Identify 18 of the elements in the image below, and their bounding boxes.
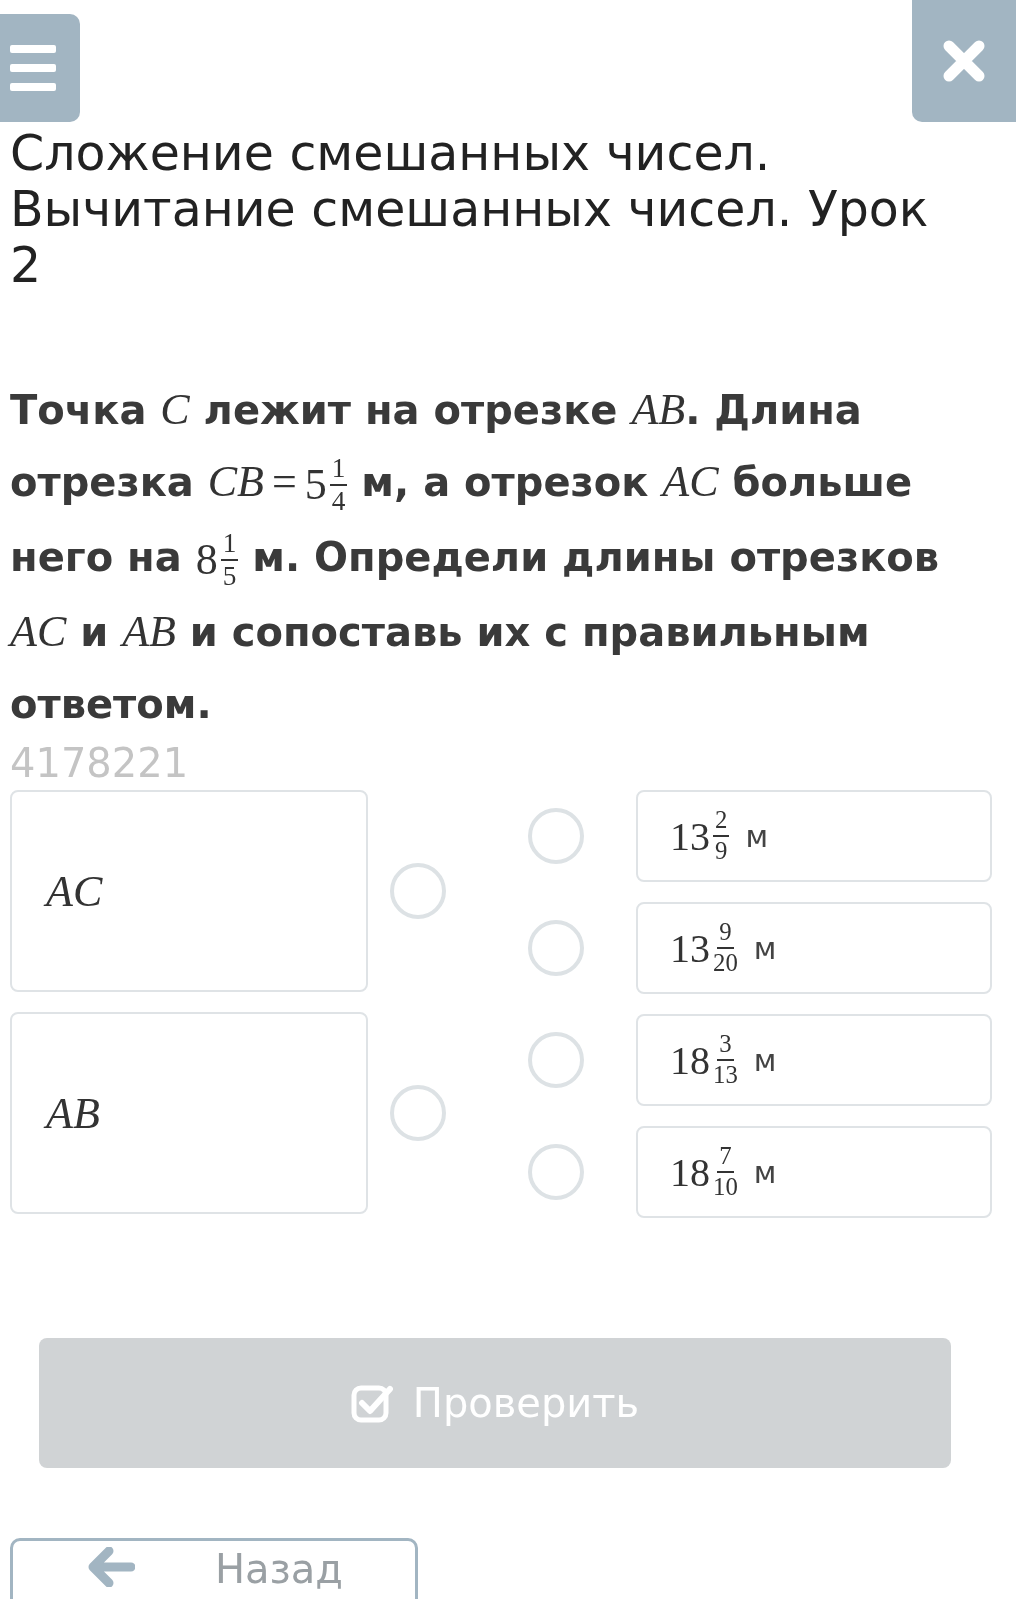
radio-button[interactable] bbox=[528, 1144, 584, 1200]
radio-button[interactable] bbox=[528, 920, 584, 976]
unit-label: м bbox=[753, 1154, 777, 1190]
radio-button[interactable] bbox=[390, 863, 446, 919]
lesson-title: Сложение смешанных чисел. Вычитание смешанных чисел. Урок 2 bbox=[10, 126, 930, 294]
menu-button[interactable] bbox=[0, 14, 80, 122]
radio-button[interactable] bbox=[528, 1032, 584, 1088]
unit-label: м bbox=[753, 930, 777, 966]
radio-button[interactable] bbox=[390, 1085, 446, 1141]
match-item-card: AC bbox=[10, 790, 368, 992]
checkbox-icon bbox=[350, 1383, 393, 1423]
close-button[interactable] bbox=[912, 0, 1016, 122]
radio-button[interactable] bbox=[528, 808, 584, 864]
task-id: 4178221 bbox=[10, 740, 190, 786]
match-item-card: AB bbox=[10, 1012, 368, 1214]
unit-label: м bbox=[753, 1042, 777, 1078]
unit-label: м bbox=[745, 818, 769, 854]
close-icon bbox=[941, 38, 987, 84]
